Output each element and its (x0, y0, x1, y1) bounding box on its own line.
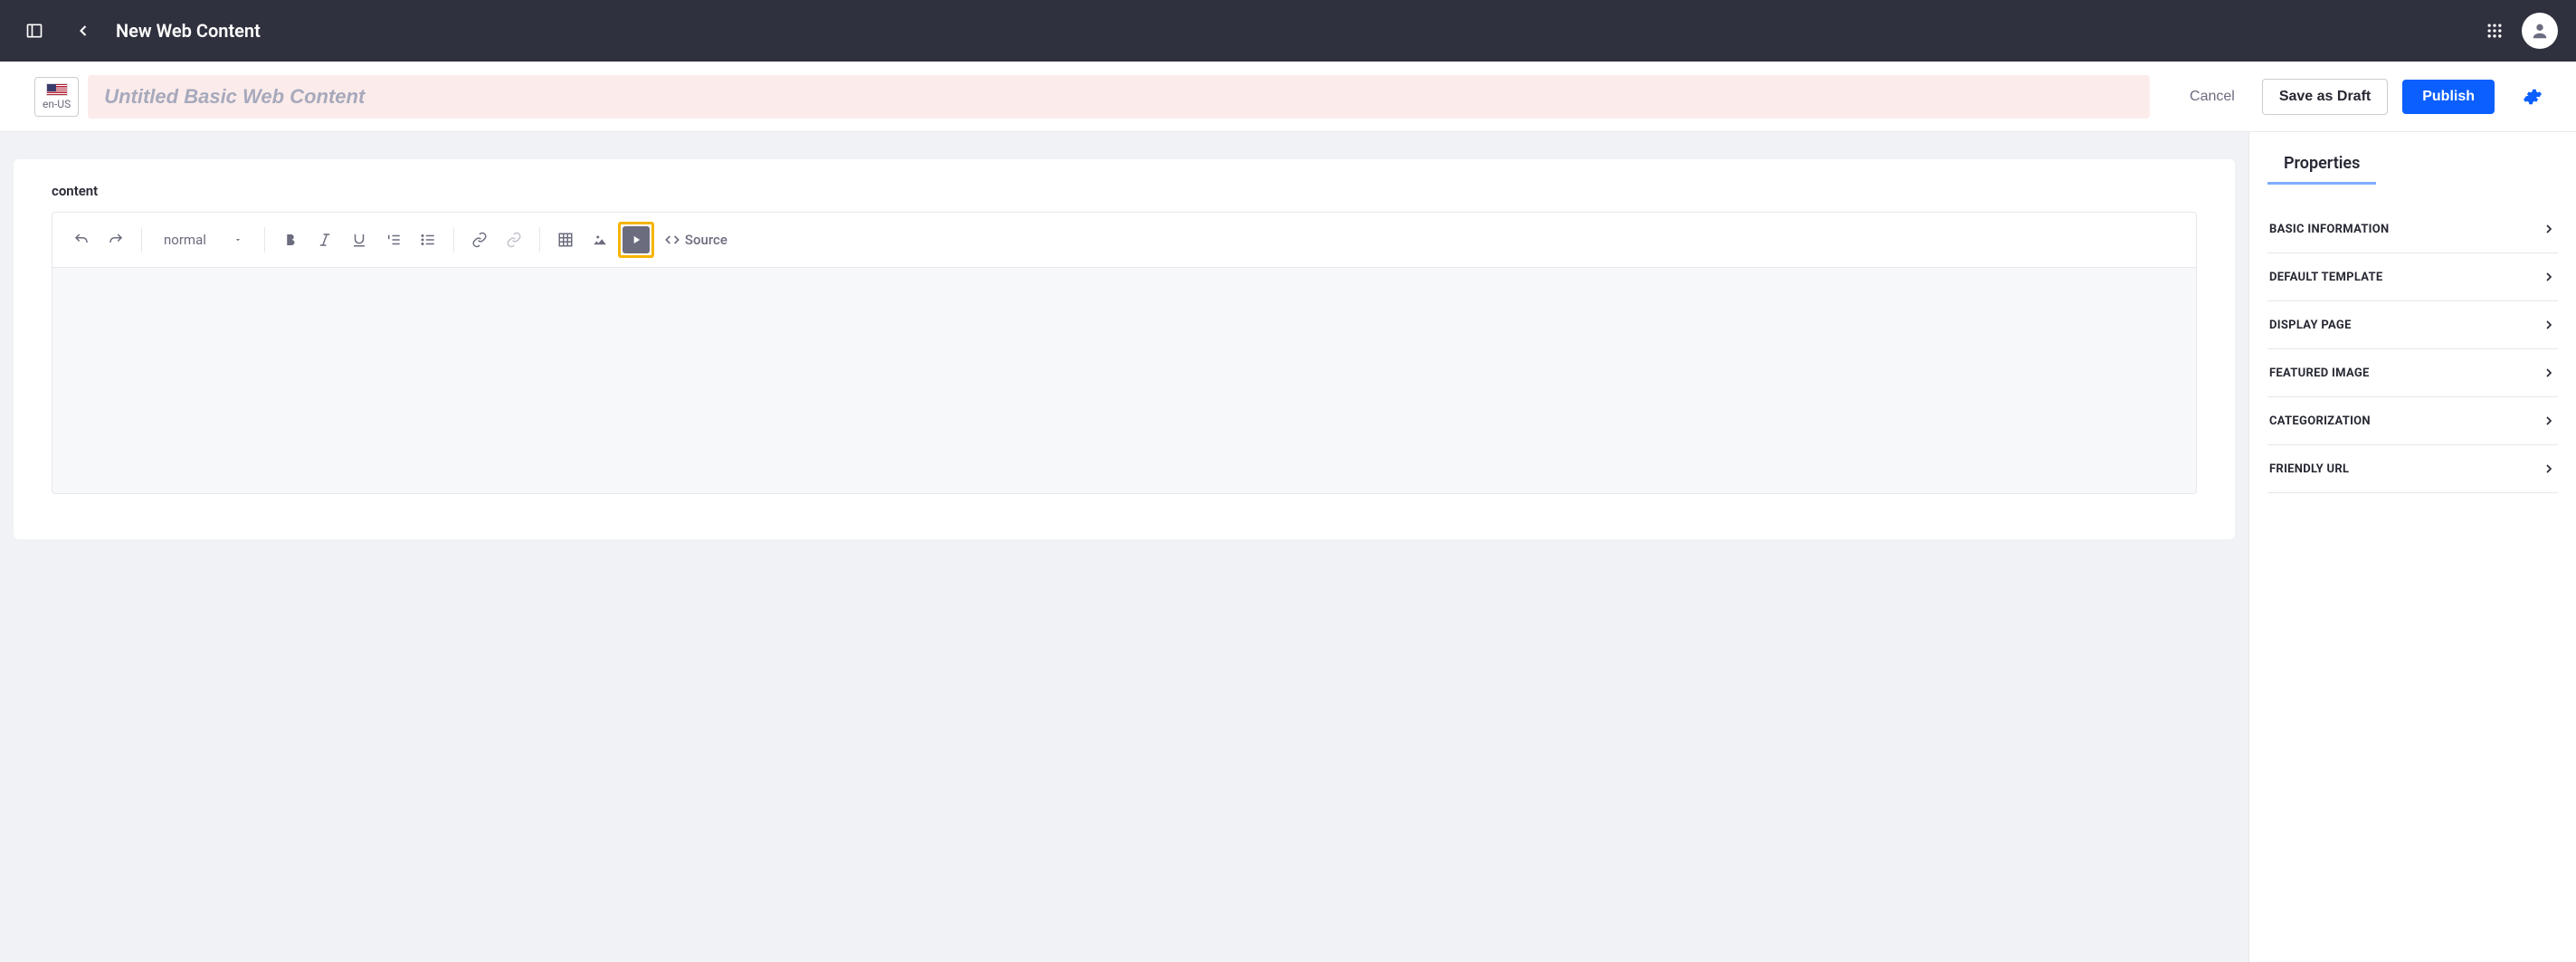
section-display-page[interactable]: DISPLAY PAGE (2267, 301, 2558, 349)
image-icon (592, 232, 608, 248)
topbar-left: New Web Content (18, 14, 261, 47)
chevron-right-icon (2542, 414, 2556, 428)
flag-us-icon (46, 83, 68, 96)
section-label: DISPLAY PAGE (2269, 319, 2352, 332)
code-icon (665, 233, 680, 247)
editor-body[interactable] (52, 268, 2197, 494)
content-field-label: content (52, 183, 2197, 199)
back-button[interactable] (67, 14, 100, 47)
user-avatar-button[interactable] (2522, 13, 2558, 49)
user-icon (2530, 21, 2550, 41)
main-content: content normal (0, 132, 2576, 962)
toolbar-separator (141, 227, 142, 252)
chevron-left-icon (74, 22, 92, 40)
chevron-right-icon (2542, 462, 2556, 476)
redo-button[interactable] (100, 224, 132, 256)
properties-panel: Properties BASIC INFORMATION DEFAULT TEM… (2248, 132, 2576, 962)
image-button[interactable] (584, 224, 616, 256)
table-button[interactable] (549, 224, 582, 256)
section-featured-image[interactable]: FEATURED IMAGE (2267, 349, 2558, 397)
section-categorization[interactable]: CATEGORIZATION (2267, 397, 2558, 445)
bold-button[interactable] (274, 224, 307, 256)
editor-toolbar: normal Source (52, 212, 2197, 268)
undo-button[interactable] (65, 224, 98, 256)
underline-icon (351, 232, 367, 248)
topbar: New Web Content (0, 0, 2576, 62)
chevron-right-icon (2542, 366, 2556, 380)
section-label: FEATURED IMAGE (2269, 367, 2370, 380)
table-icon (557, 232, 574, 248)
link-button[interactable] (463, 224, 496, 256)
locale-code: en-US (43, 98, 71, 110)
toolbar-separator (453, 227, 454, 252)
unlink-button[interactable] (498, 224, 530, 256)
topbar-right (2484, 13, 2558, 49)
action-buttons: Cancel Save as Draft Publish (2177, 79, 2549, 115)
tab-properties[interactable]: Properties (2267, 143, 2376, 185)
chevron-right-icon (2542, 270, 2556, 284)
grid-icon (2486, 22, 2504, 40)
cancel-button[interactable]: Cancel (2177, 80, 2248, 114)
section-label: BASIC INFORMATION (2269, 223, 2390, 236)
toolbar-separator (264, 227, 265, 252)
publish-button[interactable]: Publish (2402, 80, 2495, 114)
italic-button[interactable] (309, 224, 341, 256)
section-label: DEFAULT TEMPLATE (2269, 271, 2383, 284)
style-selected-label: normal (164, 232, 206, 248)
action-bar: en-US Cancel Save as Draft Publish (0, 62, 2576, 132)
redo-icon (108, 232, 124, 248)
chevron-right-icon (2542, 318, 2556, 332)
source-button[interactable]: Source (656, 232, 737, 248)
undo-icon (73, 232, 90, 248)
ordered-list-button[interactable] (377, 224, 410, 256)
toolbar-separator (539, 227, 540, 252)
bold-icon (282, 232, 299, 248)
apps-menu-button[interactable] (2484, 20, 2505, 42)
source-label: Source (685, 232, 727, 248)
section-label: CATEGORIZATION (2269, 414, 2371, 428)
section-label: FRIENDLY URL (2269, 462, 2349, 476)
gear-icon (2523, 87, 2543, 107)
link-icon (471, 232, 488, 248)
save-draft-button[interactable]: Save as Draft (2262, 79, 2388, 115)
locale-selector[interactable]: en-US (34, 77, 79, 117)
paragraph-style-select[interactable]: normal (151, 232, 255, 248)
unordered-list-button[interactable] (412, 224, 444, 256)
chevron-right-icon (2542, 222, 2556, 236)
panel-toggle-button[interactable] (18, 14, 51, 47)
video-play-icon (630, 233, 642, 246)
panel-icon (25, 22, 43, 40)
title-input[interactable] (88, 75, 2150, 119)
settings-button[interactable] (2516, 81, 2549, 113)
video-button[interactable] (623, 226, 650, 253)
section-friendly-url[interactable]: FRIENDLY URL (2267, 445, 2558, 493)
editor-card: content normal (14, 159, 2235, 539)
page-title: New Web Content (116, 20, 261, 42)
editor-column: content normal (0, 132, 2248, 962)
unordered-list-icon (420, 232, 436, 248)
section-default-template[interactable]: DEFAULT TEMPLATE (2267, 253, 2558, 301)
italic-icon (317, 232, 333, 248)
caret-down-icon (233, 235, 242, 244)
ordered-list-icon (385, 232, 402, 248)
underline-button[interactable] (343, 224, 375, 256)
properties-tabs: Properties (2267, 143, 2558, 186)
video-button-highlight (618, 222, 654, 258)
unlink-icon (506, 232, 522, 248)
section-basic-information[interactable]: BASIC INFORMATION (2267, 205, 2558, 253)
